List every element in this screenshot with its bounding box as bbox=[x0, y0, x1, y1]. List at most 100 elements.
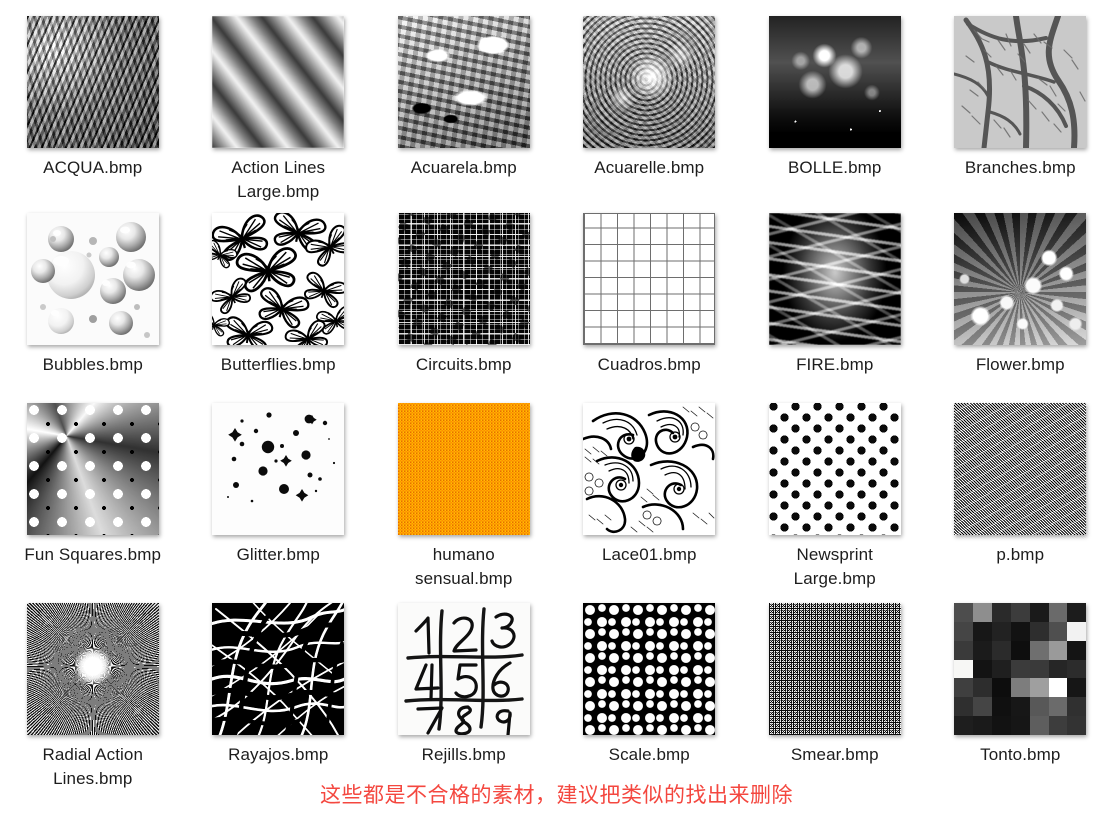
tonto-cell bbox=[1029, 621, 1049, 641]
file-item[interactable]: Flower.bmp bbox=[928, 213, 1113, 403]
thumbnail-newsprint-large[interactable] bbox=[768, 403, 901, 535]
thumbnail-flower[interactable] bbox=[954, 213, 1087, 345]
tonto-cell bbox=[954, 697, 974, 717]
file-label: Newsprint Large.bmp bbox=[793, 545, 876, 588]
thumbnail-fire[interactable] bbox=[768, 213, 901, 345]
texture-preview bbox=[26, 603, 159, 735]
texture-preview bbox=[954, 603, 1087, 735]
texture-preview bbox=[954, 213, 1087, 345]
thumbnail-acqua[interactable] bbox=[26, 16, 159, 148]
file-item[interactable]: Cuadros.bmp bbox=[557, 213, 743, 403]
file-item[interactable]: Butterflies.bmp bbox=[186, 213, 372, 403]
thumbnail-acuarela[interactable] bbox=[397, 16, 530, 148]
texture-preview bbox=[397, 213, 530, 345]
file-item[interactable]: Rejills.bmp bbox=[371, 603, 557, 803]
tonto-cell bbox=[1067, 659, 1087, 679]
thumbnail-bubbles[interactable] bbox=[26, 213, 159, 345]
texture-preview bbox=[397, 403, 530, 535]
file-item[interactable]: p.bmp bbox=[928, 403, 1113, 603]
file-item[interactable]: Acuarelle.bmp bbox=[557, 16, 743, 213]
thumbnail-p[interactable] bbox=[954, 403, 1087, 535]
file-item[interactable]: humano sensual.bmp bbox=[371, 403, 557, 603]
tonto-cell bbox=[1010, 603, 1030, 622]
thumbnail-fun-squares[interactable] bbox=[26, 403, 159, 535]
file-item[interactable]: Action Lines Large.bmp bbox=[186, 16, 372, 213]
tonto-cell bbox=[1010, 678, 1030, 698]
tonto-cell bbox=[1010, 621, 1030, 641]
tonto-cell bbox=[954, 678, 974, 698]
texture-preview bbox=[212, 16, 345, 148]
tonto-cell bbox=[1029, 640, 1049, 660]
tonto-cell bbox=[991, 640, 1011, 660]
thumbnail-rejills[interactable] bbox=[397, 603, 530, 735]
file-label: Fun Squares.bmp bbox=[24, 545, 162, 564]
file-item[interactable]: Radial Action Lines.bmp bbox=[0, 603, 186, 803]
tonto-cell bbox=[1048, 716, 1068, 735]
tonto-cell bbox=[1048, 640, 1068, 660]
tonto-cell bbox=[1010, 697, 1030, 717]
file-label: ACQUA.bmp bbox=[43, 158, 143, 177]
file-label: Glitter.bmp bbox=[236, 545, 320, 564]
thumbnail-tonto[interactable] bbox=[954, 603, 1087, 735]
thumbnail-bolle[interactable] bbox=[768, 16, 901, 148]
texture-preview bbox=[212, 403, 345, 535]
file-item[interactable]: Glitter.bmp bbox=[186, 403, 372, 603]
file-item[interactable]: Bubbles.bmp bbox=[0, 213, 186, 403]
tonto-cell bbox=[954, 640, 974, 660]
tonto-cell bbox=[1067, 621, 1087, 641]
file-item[interactable]: Scale.bmp bbox=[557, 603, 743, 803]
tonto-cell bbox=[991, 603, 1011, 622]
file-label: Bubbles.bmp bbox=[42, 355, 143, 374]
file-item[interactable]: Rayajos.bmp bbox=[186, 603, 372, 803]
thumbnail-glitter[interactable] bbox=[212, 403, 345, 535]
thumbnail-humano-sensual[interactable] bbox=[397, 403, 530, 535]
thumbnail-acuarelle[interactable] bbox=[583, 16, 716, 148]
thumbnail-branches[interactable] bbox=[954, 16, 1087, 148]
texture-preview bbox=[583, 603, 716, 735]
tonto-cell bbox=[1048, 621, 1068, 641]
file-label: Butterflies.bmp bbox=[220, 355, 336, 374]
file-item[interactable]: FIRE.bmp bbox=[742, 213, 928, 403]
file-item[interactable]: Tonto.bmp bbox=[928, 603, 1113, 803]
tonto-cell bbox=[1067, 603, 1087, 622]
tonto-cell bbox=[1010, 716, 1030, 735]
thumbnail-smear[interactable] bbox=[768, 603, 901, 735]
texture-preview bbox=[583, 16, 716, 148]
tonto-cell bbox=[1029, 716, 1049, 735]
file-item[interactable]: Acuarela.bmp bbox=[371, 16, 557, 213]
tonto-cell bbox=[954, 716, 974, 735]
tonto-cell bbox=[1048, 603, 1068, 622]
file-item[interactable]: Newsprint Large.bmp bbox=[742, 403, 928, 603]
thumbnail-radial-action-lines[interactable] bbox=[26, 603, 159, 735]
tonto-cell bbox=[973, 678, 992, 698]
file-item[interactable]: Fun Squares.bmp bbox=[0, 403, 186, 603]
file-item[interactable]: Branches.bmp bbox=[928, 16, 1113, 213]
file-item[interactable]: Circuits.bmp bbox=[371, 213, 557, 403]
thumbnail-scale[interactable] bbox=[583, 603, 716, 735]
texture-preview bbox=[212, 603, 345, 735]
file-item[interactable]: ACQUA.bmp bbox=[0, 16, 186, 213]
thumbnail-rayajos[interactable] bbox=[212, 603, 345, 735]
tonto-cell bbox=[973, 640, 992, 660]
file-item[interactable]: Smear.bmp bbox=[742, 603, 928, 803]
thumbnail-action-lines-large[interactable] bbox=[212, 16, 345, 148]
file-item[interactable]: Lace01.bmp bbox=[557, 403, 743, 603]
file-label: Lace01.bmp bbox=[601, 545, 697, 564]
tonto-cell bbox=[1029, 603, 1049, 622]
tonto-cell bbox=[991, 716, 1011, 735]
file-label: Smear.bmp bbox=[790, 745, 879, 764]
file-item[interactable]: BOLLE.bmp bbox=[742, 16, 928, 213]
thumbnail-circuits[interactable] bbox=[397, 213, 530, 345]
thumbnail-cuadros[interactable] bbox=[583, 213, 716, 345]
thumbnail-grid: ACQUA.bmp Action Lines Large.bmp Acuarel… bbox=[0, 0, 1113, 803]
tonto-cell bbox=[1067, 678, 1087, 698]
tonto-cell bbox=[954, 603, 974, 622]
tonto-cell bbox=[991, 678, 1011, 698]
thumbnail-butterflies[interactable] bbox=[212, 213, 345, 345]
tonto-cell bbox=[1029, 678, 1049, 698]
texture-preview bbox=[768, 16, 901, 148]
thumbnail-lace01[interactable] bbox=[583, 403, 716, 535]
tonto-cell bbox=[1067, 716, 1087, 735]
tonto-cell bbox=[973, 621, 992, 641]
texture-preview bbox=[397, 16, 530, 148]
